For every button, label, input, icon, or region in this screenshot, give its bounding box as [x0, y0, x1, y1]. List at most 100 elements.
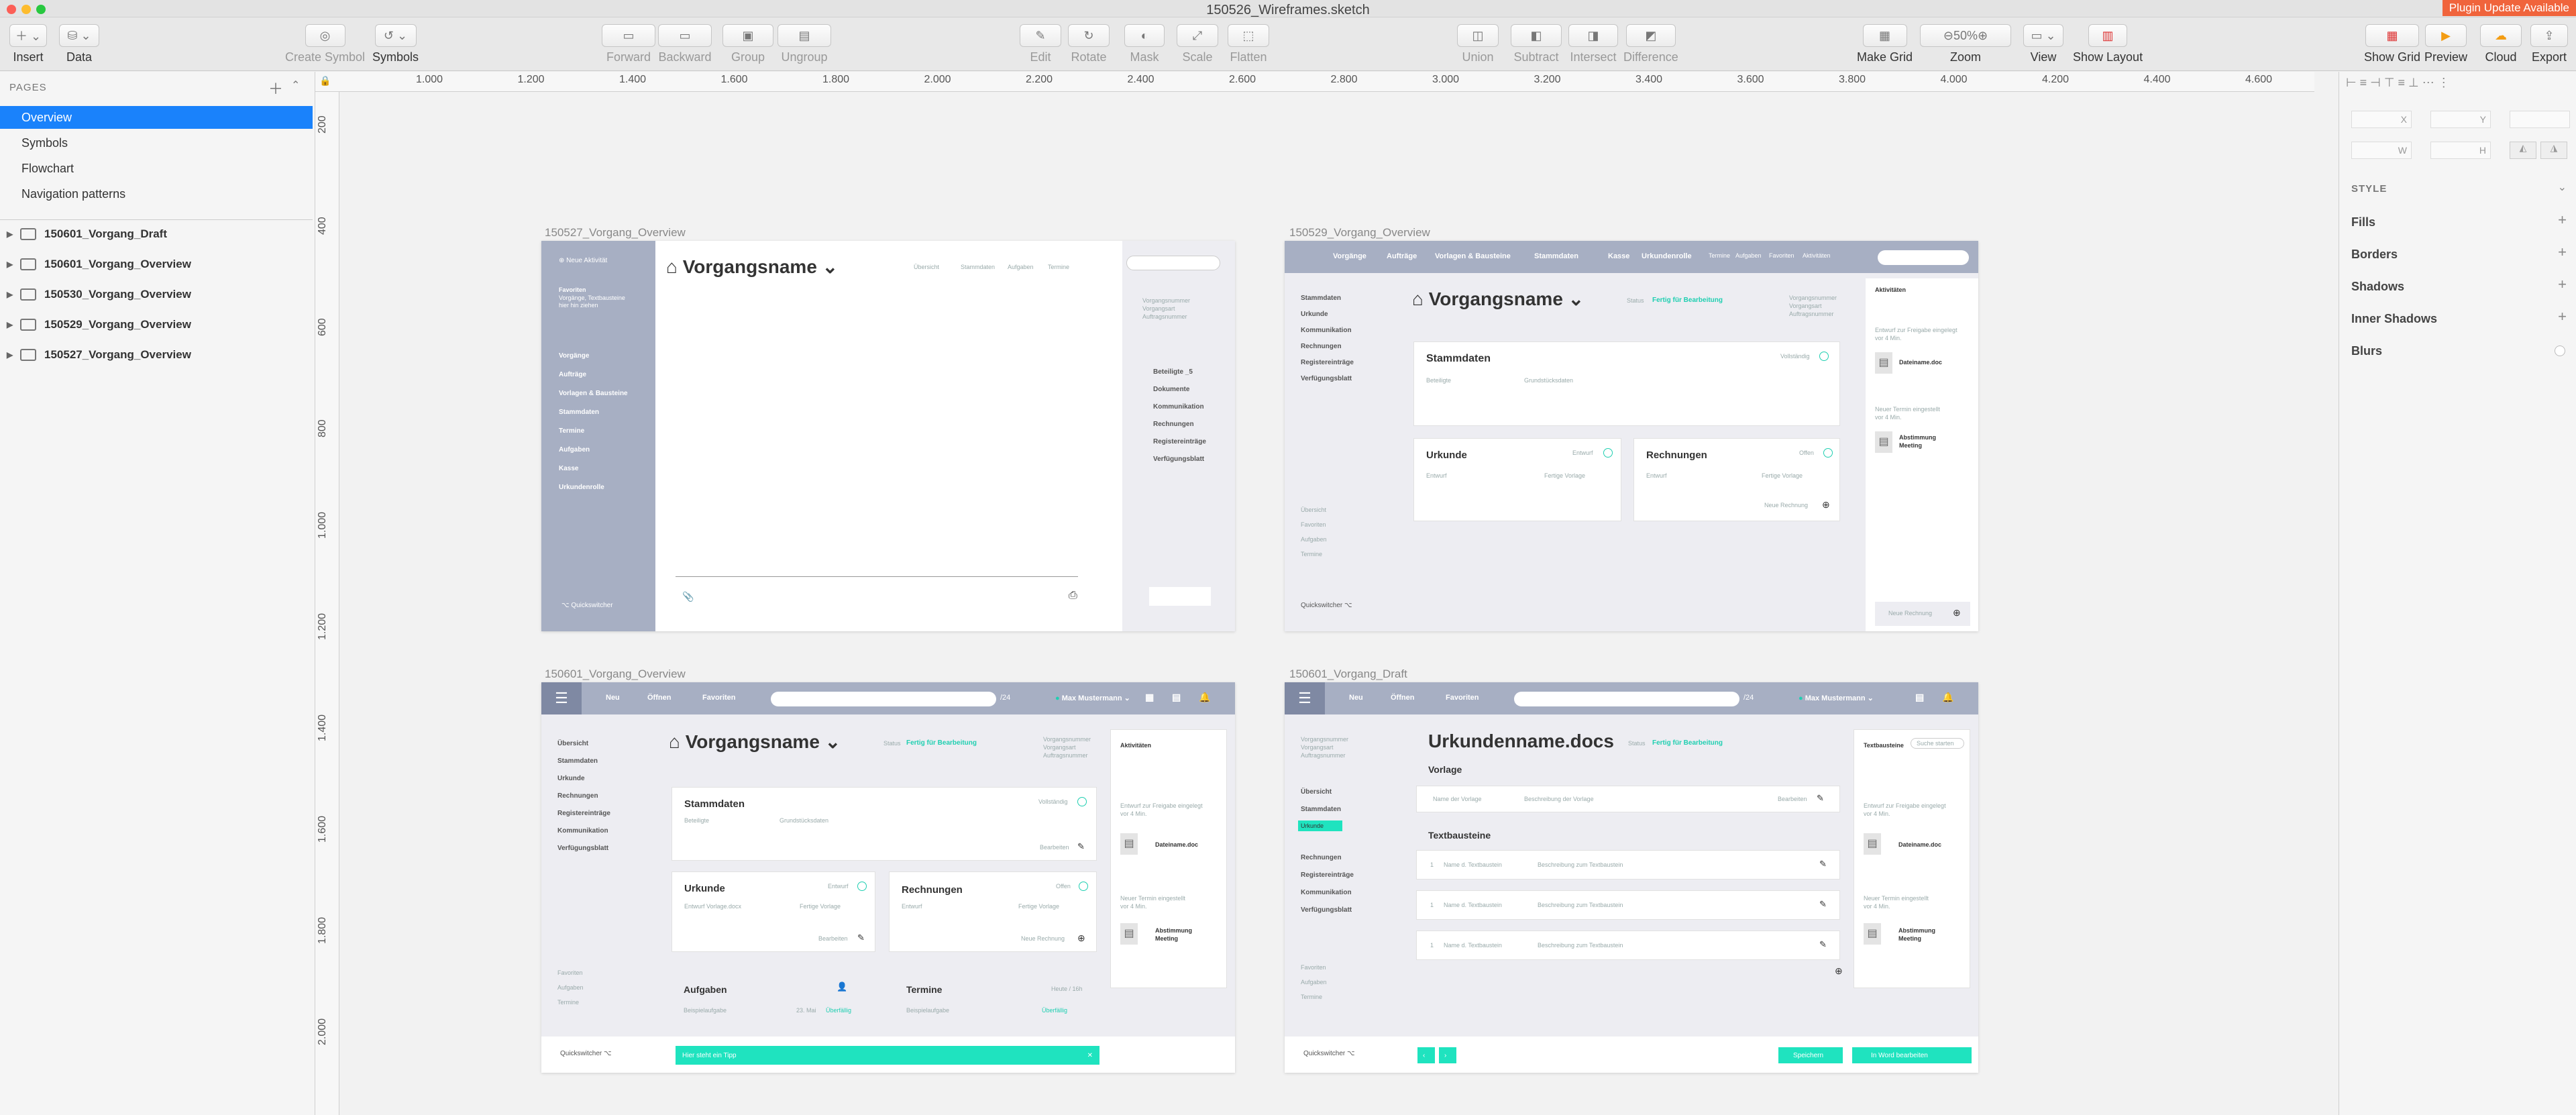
edit-icon[interactable]: ✎: [1077, 841, 1085, 852]
nav-item[interactable]: Stammdaten: [559, 409, 599, 416]
section-link[interactable]: Stammdaten: [557, 757, 598, 765]
nav-item[interactable]: Neu: [606, 694, 620, 702]
add-circle-icon[interactable]: ⊕: [1822, 499, 1830, 511]
section-link[interactable]: Verfügungsblatt: [557, 845, 608, 852]
section-link[interactable]: Rechnungen: [1153, 421, 1194, 428]
zoom-control[interactable]: ⊖ 50% ⊕: [1920, 24, 2011, 47]
artboard-label[interactable]: 150529_Vorgang_Overview: [1289, 226, 1430, 240]
document-name[interactable]: Abstimmung: [1898, 927, 1935, 934]
nav-item[interactable]: Termine: [559, 427, 584, 435]
sub-link[interactable]: Aufgaben: [1301, 979, 1327, 986]
rotate-button[interactable]: ↻: [1068, 24, 1110, 47]
artboard-label[interactable]: 150601_Vorgang_Overview: [545, 668, 686, 681]
show-layout-button[interactable]: ▥: [2088, 24, 2128, 47]
search-input[interactable]: [1514, 692, 1739, 706]
disclosure-icon[interactable]: ▶: [7, 221, 13, 248]
section-link[interactable]: Verfügungsblatt: [1301, 906, 1352, 914]
nav-item[interactable]: Aufgaben: [559, 446, 590, 454]
artboard-label[interactable]: 150601_Vorgang_Draft: [1289, 668, 1407, 681]
section-link[interactable]: Kommunikation: [1301, 889, 1352, 896]
search-input[interactable]: [771, 692, 996, 706]
section-link[interactable]: Übersicht: [557, 740, 588, 747]
sub-link[interactable]: Favoriten: [1301, 964, 1326, 971]
section-link[interactable]: Rechnungen: [1301, 854, 1342, 861]
text-block-search[interactable]: Suche starten: [1911, 738, 1964, 749]
urkunde-card[interactable]: Urkunde Entwurf Entwurf Vorlage.docx Fer…: [672, 871, 875, 952]
nav-item[interactable]: Urkundenrolle: [1642, 252, 1692, 260]
disclosure-icon[interactable]: ▶: [7, 281, 13, 308]
document-name[interactable]: Dateiname.doc: [1899, 359, 1942, 366]
tab[interactable]: Stammdaten: [961, 264, 995, 270]
nav-item[interactable]: Vorlagen & Bausteine: [1435, 252, 1511, 260]
document-name[interactable]: Meeting: [1155, 935, 1178, 942]
edit-icon[interactable]: ✎: [1819, 939, 1827, 950]
layer-artboard[interactable]: ▶ 150601_Vorgang_Overview: [0, 251, 191, 278]
print-icon[interactable]: ⎙: [1069, 590, 1077, 602]
data-button[interactable]: ⛁ ⌄: [59, 24, 99, 47]
calendar-doc-icon[interactable]: ▤: [1120, 923, 1138, 945]
user-menu[interactable]: ● Max Mustermann ⌄: [1799, 694, 1874, 702]
symbols-button[interactable]: ↺ ⌄: [374, 24, 417, 47]
width-field[interactable]: W: [2351, 142, 2412, 159]
add-inner-shadow-icon[interactable]: +: [2558, 308, 2567, 325]
menu-icon[interactable]: ☰: [1285, 682, 1325, 714]
document-name[interactable]: Meeting: [1899, 442, 1922, 449]
bell-icon[interactable]: 🔔: [1199, 692, 1210, 703]
show-grid-button[interactable]: ▦: [2365, 24, 2420, 47]
edit-icon[interactable]: ✎: [1819, 899, 1827, 910]
export-button[interactable]: ⇪: [2530, 24, 2568, 47]
zoom-out-icon[interactable]: ⊖: [1943, 29, 1953, 43]
quickswitcher[interactable]: ⌥ Quickswitcher: [561, 602, 613, 609]
section-link[interactable]: Rechnungen: [557, 792, 598, 800]
difference-button[interactable]: ◩: [1625, 24, 1676, 47]
urkunde-card[interactable]: Urkunde Entwurf Entwurf Fertige Vorlage: [1413, 438, 1621, 521]
text-block-row[interactable]: 1 Name d. Textbaustein Beschreibung zum …: [1416, 850, 1840, 880]
nav-item[interactable]: Öffnen: [1391, 694, 1414, 702]
nav-item[interactable]: Kasse: [559, 465, 578, 472]
rotation-field[interactable]: [2510, 111, 2570, 128]
section-link[interactable]: Urkunde: [1301, 311, 1328, 318]
nav-item[interactable]: Aktivitäten: [1803, 252, 1831, 259]
section-link[interactable]: Beteiligte _5: [1153, 368, 1193, 376]
edit-icon[interactable]: ✎: [1817, 793, 1824, 804]
section-link[interactable]: Registereinträge: [1153, 438, 1206, 445]
tab[interactable]: Übersicht: [914, 264, 939, 270]
ungroup-button[interactable]: ▤: [777, 24, 831, 47]
sub-link[interactable]: Favoriten: [1301, 521, 1326, 528]
tab[interactable]: Aufgaben: [1008, 264, 1034, 270]
section-link[interactable]: Stammdaten: [1301, 295, 1341, 302]
artboard-150529[interactable]: Vorgänge Aufträge Vorlagen & Bausteine S…: [1285, 241, 1978, 631]
calendar-icon[interactable]: ▦: [1145, 692, 1154, 703]
task-item[interactable]: Beispielaufgabe: [906, 1007, 949, 1014]
next-button[interactable]: ›: [1439, 1047, 1456, 1063]
lock-icon[interactable]: 🔒: [319, 75, 331, 87]
close-icon[interactable]: ✕: [1087, 1052, 1093, 1059]
subtract-button[interactable]: ◧: [1511, 24, 1562, 47]
disclosure-icon[interactable]: ▶: [7, 341, 13, 368]
sub-link[interactable]: Termine: [1301, 551, 1322, 558]
artboard-150601-draft[interactable]: ☰ Neu Öffnen Favoriten /24 ● Max Musterm…: [1285, 682, 1978, 1073]
x-field[interactable]: X: [2351, 111, 2412, 128]
edit-icon[interactable]: ✎: [857, 933, 865, 943]
nav-item[interactable]: Favoriten: [1769, 252, 1794, 259]
disclosure-icon[interactable]: ▶: [7, 311, 13, 338]
edit-in-word-button[interactable]: In Word bearbeiten: [1852, 1047, 1972, 1063]
new-activity[interactable]: ⊕ Neue Aktivität: [559, 257, 607, 264]
section-link[interactable]: Registereinträge: [1301, 359, 1354, 366]
nav-item[interactable]: Favoriten: [1446, 694, 1479, 702]
bell-icon[interactable]: 🔔: [1942, 692, 1953, 703]
section-link[interactable]: Verfügungsblatt: [1153, 456, 1204, 463]
section-link[interactable]: Kommunikation: [1301, 327, 1352, 334]
search-input[interactable]: [1126, 256, 1220, 270]
flip-horizontal-icon[interactable]: ◭: [2510, 142, 2536, 159]
sub-link[interactable]: Aufgaben: [557, 984, 584, 991]
nav-item[interactable]: Vorgänge: [1333, 252, 1366, 260]
nav-item[interactable]: Aufgaben: [1735, 252, 1762, 259]
document-name[interactable]: Dateiname.doc: [1155, 841, 1198, 848]
nav-item[interactable]: Aufträge: [559, 371, 586, 378]
nav-item[interactable]: Neu: [1349, 694, 1363, 702]
layer-artboard[interactable]: ▶ 150527_Vorgang_Overview: [0, 341, 191, 368]
artboard-150527[interactable]: ⊕ Neue Aktivität Favoriten Vorgänge, Tex…: [541, 241, 1235, 631]
layer-artboard[interactable]: ▶ 150601_Vorgang_Draft: [0, 221, 167, 248]
stammdaten-card[interactable]: Stammdaten Vollständig Beteiligte Grunds…: [672, 787, 1097, 861]
